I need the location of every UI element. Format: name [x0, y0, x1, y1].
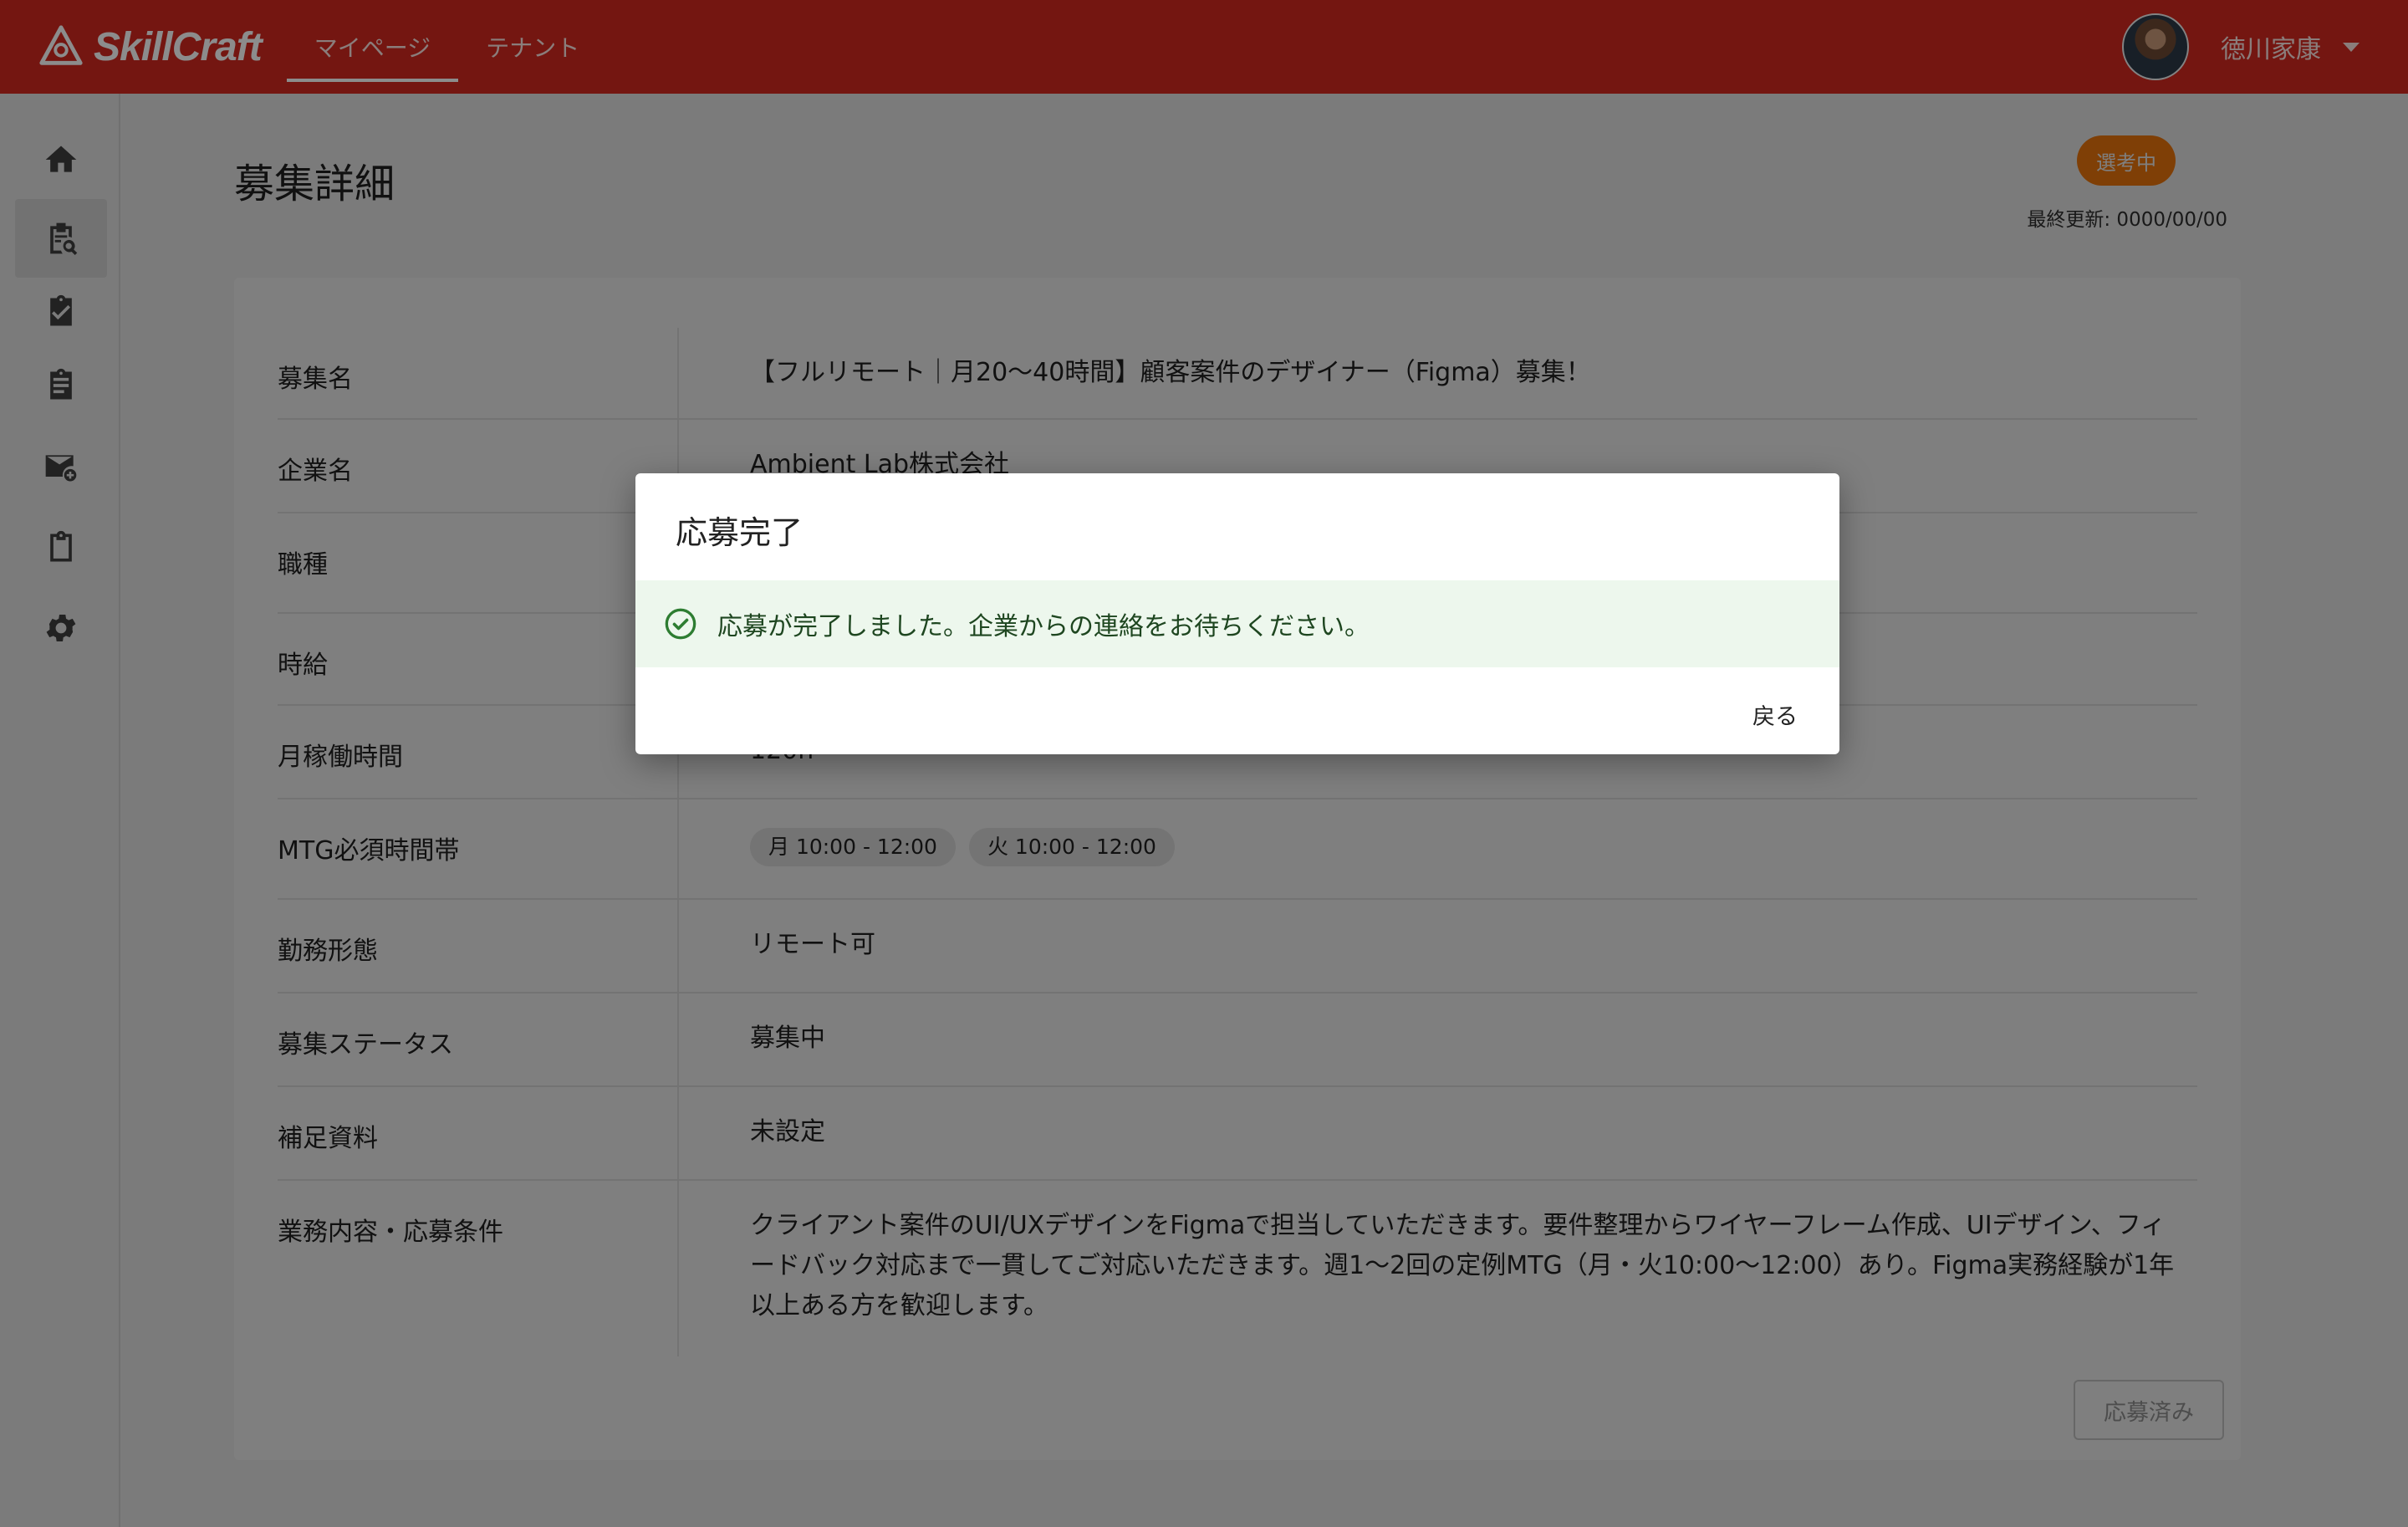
alert-message: 応募が完了しました。企業からの連絡をお待ちください。	[717, 612, 1370, 641]
modal-backdrop[interactable]	[0, 94, 2408, 1527]
success-alert: 応募が完了しました。企業からの連絡をお待ちください。	[635, 580, 1839, 667]
application-complete-dialog: 応募完了 応募が完了しました。企業からの連絡をお待ちください。 戻る	[635, 473, 1839, 754]
header-backdrop	[0, 0, 2408, 94]
back-button[interactable]: 戻る	[1741, 692, 1809, 736]
check-circle-icon	[665, 608, 696, 640]
dialog-title: 応募完了	[676, 514, 804, 551]
